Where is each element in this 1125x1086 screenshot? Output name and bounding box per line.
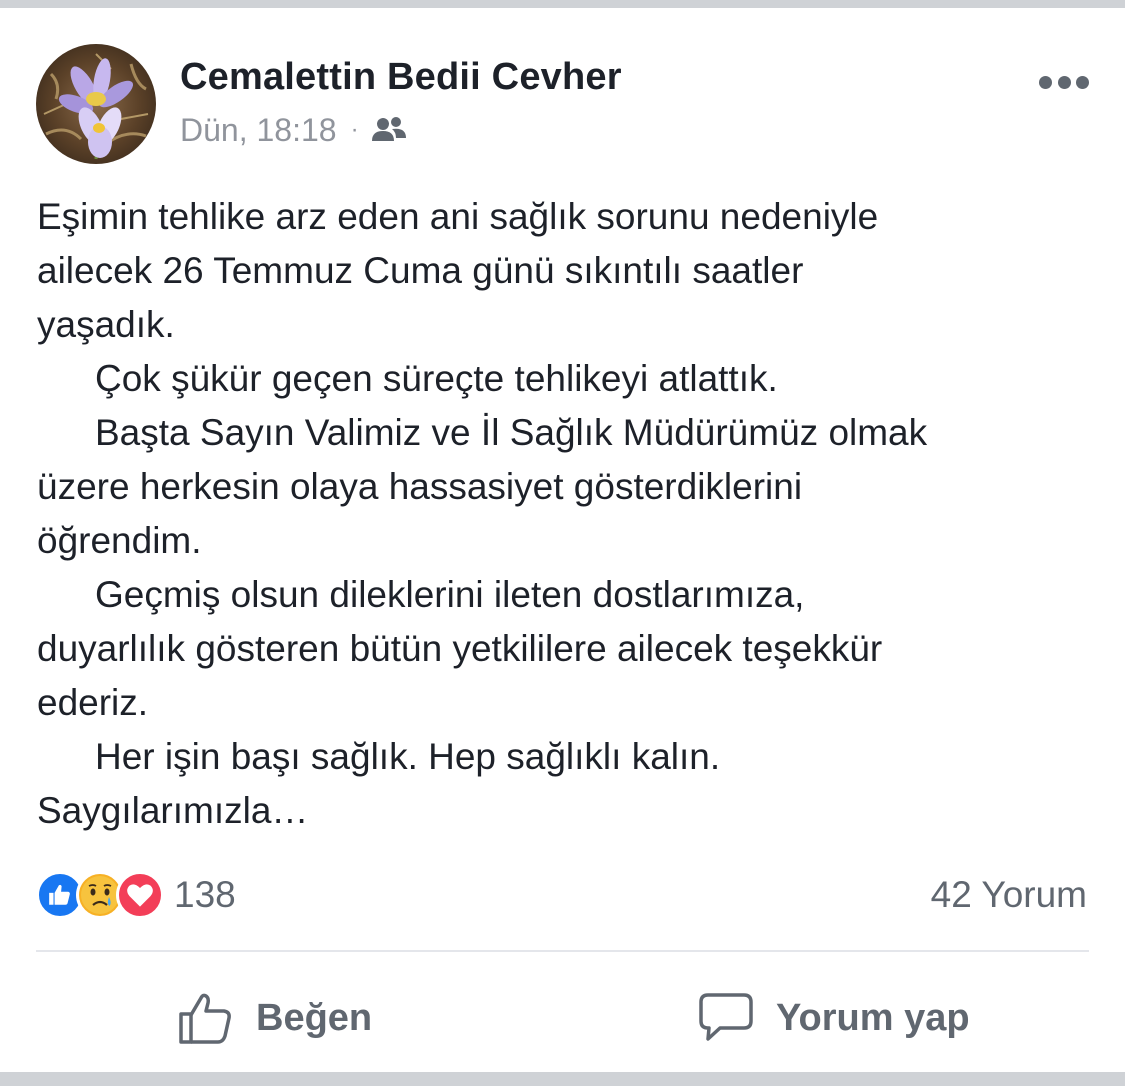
post-body-line: duyarlılık gösteren bütün yetkililere ai… — [37, 628, 883, 669]
bottom-separator-band — [0, 1072, 1125, 1086]
avatar[interactable] — [36, 44, 156, 164]
comment-label: Yorum yap — [776, 996, 970, 1039]
post-body-line: Her işin başı sağlık. Hep sağlıklı kalın… — [95, 736, 721, 777]
like-label: Beğen — [256, 996, 373, 1039]
post-actions: Beğen Yorum yap — [0, 968, 1125, 1068]
meta-separator: · — [350, 116, 359, 143]
post-body-line: üzere herkesin olaya hassasiyet gösterdi… — [37, 466, 803, 507]
thumbs-up-icon — [179, 993, 231, 1044]
post-body-line: Geçmiş olsun dileklerini ileten dostları… — [95, 574, 805, 615]
comment-count[interactable]: 42 Yorum — [931, 874, 1087, 916]
feed-post: Cemalettin Bedii Cevher Dün, 18:18 · Eşi… — [0, 8, 1125, 1072]
post-body-line: öğrendim. — [37, 520, 202, 561]
post-body-line: Çok şükür geçen süreçte tehlikeyi atlatt… — [95, 358, 778, 399]
love-reaction-icon — [116, 871, 164, 919]
more-options-button[interactable] — [1039, 70, 1089, 94]
post-body-line: ailecek 26 Temmuz Cuma günü sıkıntılı sa… — [37, 250, 804, 291]
top-separator-band — [0, 0, 1125, 8]
post-body-line: yaşadık. — [37, 304, 175, 345]
reactions-summary[interactable]: 138 — [36, 870, 236, 920]
post-body-line: Saygılarımızla… — [37, 790, 309, 831]
more-dots-icon — [1039, 75, 1052, 89]
post-body-line: Eşimin tehlike arz eden ani sağlık sorun… — [37, 196, 879, 237]
post-body-line: Başta Sayın Valimiz ve İl Sağlık Müdürüm… — [95, 412, 928, 453]
comment-bubble-icon — [699, 993, 753, 1041]
like-button[interactable]: Beğen — [178, 988, 372, 1048]
friends-icon[interactable] — [371, 115, 407, 145]
author-name[interactable]: Cemalettin Bedii Cevher — [180, 56, 622, 99]
post-timestamp[interactable]: Dün, 18:18 — [180, 112, 337, 149]
post-meta: Dün, 18:18 · — [180, 110, 407, 150]
reaction-count: 138 — [174, 874, 236, 915]
post-body-line: ederiz. — [37, 682, 149, 723]
comment-button[interactable]: Yorum yap — [698, 988, 970, 1048]
divider — [36, 950, 1089, 952]
post-body: Eşimin tehlike arz eden ani sağlık sorun… — [37, 190, 1097, 838]
